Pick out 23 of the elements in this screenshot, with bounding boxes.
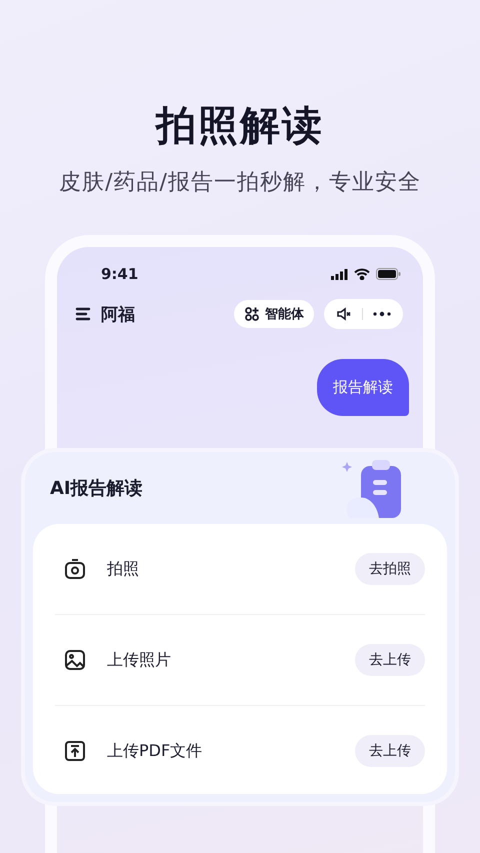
action-button[interactable]: 去拍照 <box>355 553 425 585</box>
option-label: 拍照 <box>107 558 140 580</box>
agent-button[interactable]: 智能体 <box>234 300 314 328</box>
option-label: 上传照片 <box>107 650 172 670</box>
action-button[interactable]: 去上传 <box>355 644 425 676</box>
status-time: 9:41 <box>101 265 138 283</box>
mute-icon[interactable] <box>336 307 352 321</box>
card-title: AI报告解读 <box>50 477 143 500</box>
camera-icon <box>63 557 87 581</box>
signal-icon <box>331 268 348 280</box>
image-icon <box>63 648 87 672</box>
battery-icon <box>376 268 401 280</box>
upload-icon <box>63 739 87 763</box>
action-button[interactable]: 去上传 <box>355 735 425 767</box>
message-bubble: 报告解读 <box>317 359 409 416</box>
menu-icon[interactable] <box>75 307 91 321</box>
option-label: 上传PDF文件 <box>107 740 204 762</box>
wifi-icon <box>354 268 370 280</box>
subtitle: 皮肤/药品/报告一拍秒解，专业安全 <box>58 169 422 197</box>
app-title: 阿福 <box>101 304 136 326</box>
more-icon[interactable] <box>373 311 391 317</box>
agents-icon <box>244 306 260 322</box>
headline: 拍照解读 <box>154 102 325 151</box>
